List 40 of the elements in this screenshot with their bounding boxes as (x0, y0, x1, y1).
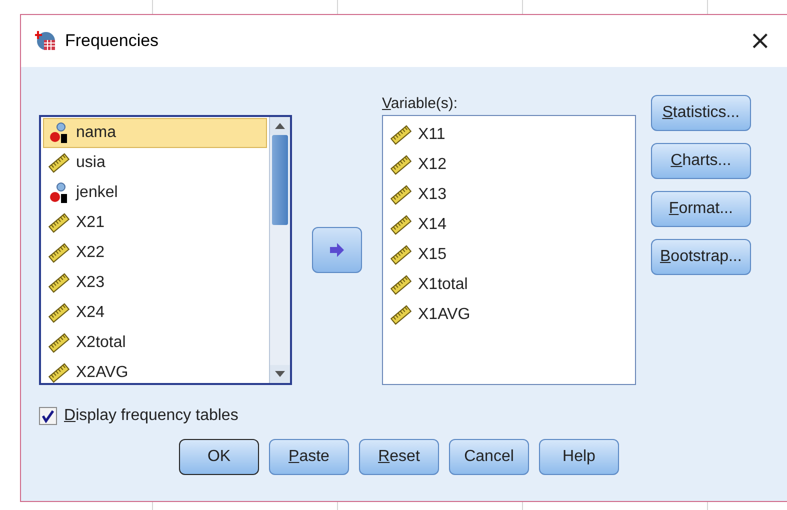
checkbox-label: Display frequency tables (64, 407, 238, 425)
variable-item[interactable]: X2AVG (43, 358, 267, 383)
variable-item[interactable]: usia (43, 148, 267, 178)
variable-item[interactable]: X13 (385, 180, 633, 210)
variable-item[interactable]: X2total (43, 328, 267, 358)
table-icon (35, 30, 57, 52)
arrow-right-icon (329, 242, 345, 258)
variable-item[interactable]: X24 (43, 298, 267, 328)
variable-item[interactable]: X21 (43, 208, 267, 238)
variable-item[interactable]: nama (43, 118, 267, 148)
dialog-button[interactable]: Charts... (651, 143, 751, 179)
dialog-button[interactable]: OK (179, 439, 259, 475)
selected-variable-list[interactable]: X11 X12 X13 X14 X15 X1total X1AVG (382, 115, 636, 385)
dialog-button[interactable]: Statistics... (651, 95, 751, 131)
dialog-button[interactable]: Reset (359, 439, 439, 475)
dialog-button[interactable]: Cancel (449, 439, 529, 475)
checkbox[interactable] (39, 407, 57, 425)
variables-label: Variable(s): (382, 95, 459, 114)
scrollbar[interactable] (269, 117, 290, 383)
scroll-up-icon[interactable] (275, 123, 285, 129)
dialog-button[interactable]: Bootstrap... (651, 239, 751, 275)
variable-item[interactable]: X14 (385, 210, 633, 240)
variable-item[interactable]: jenkel (43, 178, 267, 208)
nominal-variable-icon (48, 182, 70, 204)
dialog-button[interactable]: Help (539, 439, 619, 475)
variable-item[interactable]: X15 (385, 240, 633, 270)
variable-item[interactable]: X22 (43, 238, 267, 268)
scroll-down-icon[interactable] (275, 371, 285, 377)
variable-item[interactable]: X23 (43, 268, 267, 298)
dialog-button[interactable]: Paste (269, 439, 349, 475)
window-title: Frequencies (65, 31, 160, 51)
dialog-button[interactable]: Format... (651, 191, 751, 227)
variable-item[interactable]: X11 (385, 120, 633, 150)
variable-item[interactable]: X12 (385, 150, 633, 180)
variable-item[interactable]: X1total (385, 270, 633, 300)
move-arrow-button[interactable] (312, 227, 362, 273)
source-variable-list[interactable]: nama usia jenkel X21 X22 X23 X24 X2total X2AVG (39, 115, 292, 385)
variable-item[interactable]: X1AVG (385, 300, 633, 330)
close-button[interactable]: × (745, 26, 775, 56)
nominal-variable-icon (48, 122, 70, 144)
